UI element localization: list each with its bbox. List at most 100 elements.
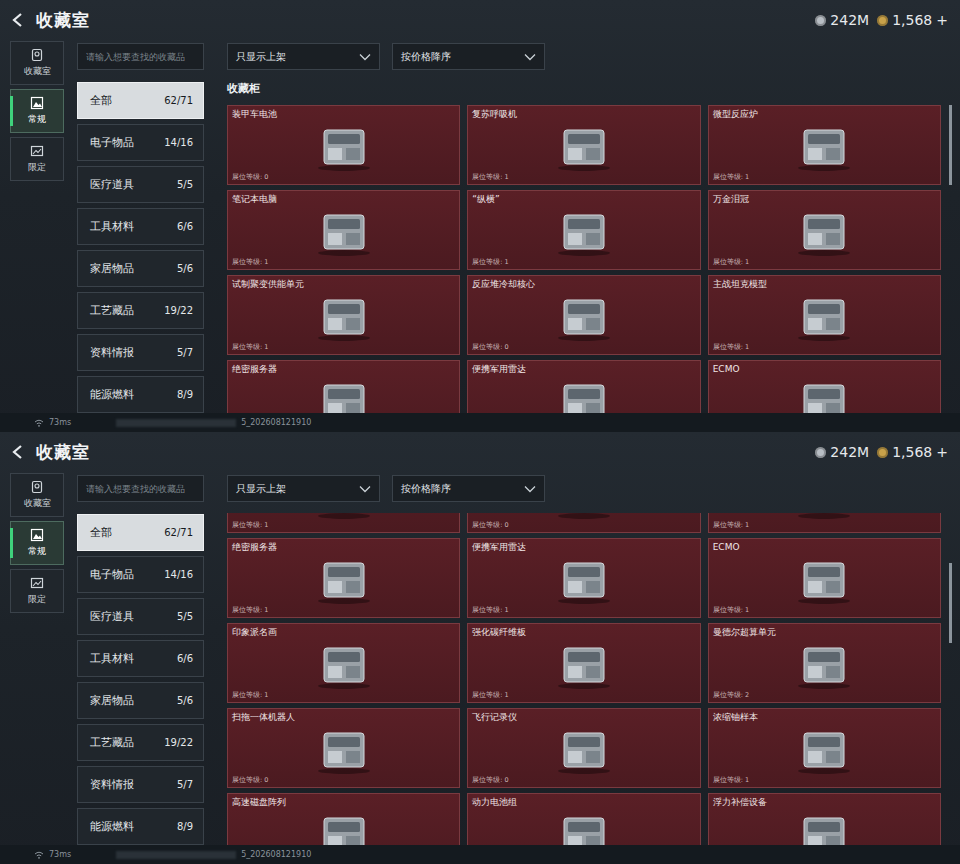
filter-dropdown[interactable]: 按价格降序 <box>392 475 545 502</box>
category-item[interactable]: 医疗道具5/5 <box>77 166 204 203</box>
nav-item[interactable]: 收藏室 <box>10 41 64 85</box>
chevron-down-icon <box>359 485 371 493</box>
category-item[interactable]: 资料情报5/7 <box>77 766 204 803</box>
category-item[interactable]: 资料情报5/7 <box>77 334 204 371</box>
nav-label: 常规 <box>28 545 46 558</box>
filter-dropdown[interactable]: 按价格降序 <box>392 43 545 70</box>
scrollbar-thumb[interactable] <box>949 563 952 643</box>
card-name: 复苏呼吸机 <box>472 108 517 120</box>
nav-item[interactable]: 收藏室 <box>10 473 64 517</box>
collection-card[interactable]: 飞行记录仪展位等级: 0 <box>467 708 700 788</box>
item-icon <box>788 723 860 775</box>
collection-card[interactable]: 高速磁盘阵列 <box>227 793 460 845</box>
coin-icon <box>877 15 888 26</box>
item-icon <box>308 723 380 775</box>
chevron-down-icon <box>524 53 536 61</box>
category-item[interactable]: 工具材料6/6 <box>77 640 204 677</box>
card-level: 展位等级: 0 <box>472 343 508 352</box>
category-column: 全部62/71 电子物品14/16 医疗道具5/5 工具材料6/6 家居物品5/6 工艺藏… <box>77 472 204 845</box>
coin-icon <box>877 447 888 458</box>
collection-card[interactable]: 动力电池组 <box>467 793 700 845</box>
category-item[interactable]: 能源燃料8/9 <box>77 376 204 413</box>
item-icon <box>788 375 860 413</box>
content: 收藏室常规限定全部62/71 电子物品14/16 医疗道具5/5 工具材料6/6 家居物… <box>0 40 960 413</box>
collection-icon <box>30 48 44 62</box>
nav-item[interactable]: 限定 <box>10 569 64 613</box>
card-level: 展位等级: 1 <box>713 343 749 352</box>
search-input[interactable] <box>86 52 195 62</box>
category-item[interactable]: 工艺藏品19/22 <box>77 724 204 761</box>
collection-card[interactable]: 绝密服务器 <box>227 360 460 413</box>
blurred-id <box>116 419 236 427</box>
dropdown-label: 按价格降序 <box>401 50 451 64</box>
collection-card[interactable]: 反应堆冷却核心展位等级: 0 <box>467 275 700 355</box>
collection-card[interactable]: 装甲车电池展位等级: 0 <box>227 105 460 185</box>
category-item[interactable]: 电子物品14/16 <box>77 124 204 161</box>
category-item[interactable]: 全部62/71 <box>77 82 204 119</box>
category-item[interactable]: 家居物品5/6 <box>77 250 204 287</box>
filter-dropdown[interactable]: 只显示上架 <box>227 43 380 70</box>
card-name: ECMO <box>713 363 740 375</box>
category-label: 工具材料 <box>90 651 134 666</box>
category-list: 全部62/71 电子物品14/16 医疗道具5/5 工具材料6/6 家居物品5/6 工艺藏… <box>77 514 204 845</box>
collection-card[interactable]: 绝密服务器展位等级: 1 <box>227 538 460 618</box>
nav-item[interactable]: 常规 <box>10 521 64 565</box>
nav-item[interactable]: 常规 <box>10 89 64 133</box>
collection-card[interactable]: 展位等级: 1 <box>708 513 941 533</box>
category-count: 19/22 <box>164 305 193 316</box>
card-level: 展位等级: 1 <box>472 691 508 700</box>
collection-card[interactable]: “纵横”展位等级: 1 <box>467 190 700 270</box>
category-item[interactable]: 全部62/71 <box>77 514 204 551</box>
item-icon <box>308 205 380 257</box>
search-input[interactable] <box>86 484 195 494</box>
chevron-down-icon <box>524 485 536 493</box>
collection-card[interactable]: 复苏呼吸机展位等级: 1 <box>467 105 700 185</box>
image-icon <box>30 528 44 542</box>
category-item[interactable]: 工具材料6/6 <box>77 208 204 245</box>
card-name: 浓缩铀样本 <box>713 711 758 723</box>
category-item[interactable]: 工艺藏品19/22 <box>77 292 204 329</box>
collection-card[interactable]: 便携军用雷达 <box>467 360 700 413</box>
collection-card[interactable]: 展位等级: 1 <box>227 513 460 533</box>
item-icon <box>548 513 620 520</box>
status-bar: 73ms5_202608121910 <box>0 413 960 432</box>
category-item[interactable]: 电子物品14/16 <box>77 556 204 593</box>
collection-card[interactable]: 试制聚变供能单元展位等级: 1 <box>227 275 460 355</box>
collection-card[interactable]: 主战坦克模型展位等级: 1 <box>708 275 941 355</box>
dropdown-label: 只显示上架 <box>236 50 286 64</box>
collection-card[interactable]: 展位等级: 0 <box>467 513 700 533</box>
currency-add[interactable]: + <box>936 12 948 28</box>
collection-card[interactable]: 浓缩铀样本展位等级: 1 <box>708 708 941 788</box>
scrollbar-thumb[interactable] <box>949 105 952 185</box>
collection-card[interactable]: 万金泪冠展位等级: 1 <box>708 190 941 270</box>
card-name: 反应堆冷却核心 <box>472 278 535 290</box>
collection-card[interactable]: 印象派名画展位等级: 1 <box>227 623 460 703</box>
collection-card[interactable]: 微型反应炉展位等级: 1 <box>708 105 941 185</box>
category-label: 工具材料 <box>90 219 134 234</box>
collection-card[interactable]: 扫拖一体机器人展位等级: 0 <box>227 708 460 788</box>
collection-card[interactable]: 笔记本电脑展位等级: 1 <box>227 190 460 270</box>
category-item[interactable]: 能源燃料8/9 <box>77 808 204 845</box>
collection-card[interactable]: 曼德尔超算单元展位等级: 2 <box>708 623 941 703</box>
back-arrow-icon[interactable] <box>10 444 26 460</box>
back-arrow-icon[interactable] <box>10 12 26 28</box>
collection-card[interactable]: 强化碳纤维板展位等级: 1 <box>467 623 700 703</box>
category-item[interactable]: 医疗道具5/5 <box>77 598 204 635</box>
category-item[interactable]: 家居物品5/6 <box>77 682 204 719</box>
top-bar: 收藏室242M1,568+ <box>0 0 960 40</box>
collection-card[interactable]: ECMO展位等级: 1 <box>708 538 941 618</box>
card-name: 微型反应炉 <box>713 108 758 120</box>
collection-card[interactable]: 便携军用雷达展位等级: 1 <box>467 538 700 618</box>
nav-item[interactable]: 限定 <box>10 137 64 181</box>
nav-label: 收藏室 <box>24 65 51 78</box>
filter-dropdown[interactable]: 只显示上架 <box>227 475 380 502</box>
currency-add[interactable]: + <box>936 444 948 460</box>
collection-card[interactable]: ECMO <box>708 360 941 413</box>
collection-card[interactable]: 浮力补偿设备 <box>708 793 941 845</box>
card-name: 动力电池组 <box>472 796 517 808</box>
item-icon <box>308 120 380 172</box>
card-name: 浮力补偿设备 <box>713 796 767 808</box>
category-label: 能源燃料 <box>90 819 134 834</box>
item-icon <box>788 290 860 342</box>
category-count: 14/16 <box>164 569 193 580</box>
